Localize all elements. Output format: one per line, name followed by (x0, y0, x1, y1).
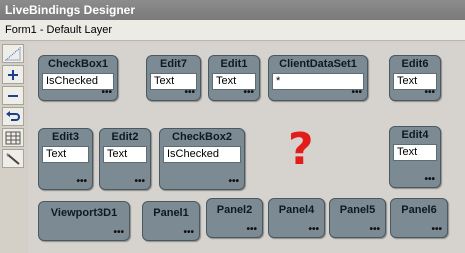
node-edit7[interactable]: Edit7 Text ••• (146, 55, 201, 101)
window-title-bar: LiveBindings Designer (0, 0, 465, 20)
node-field-all[interactable]: * (272, 73, 364, 90)
node-title: Edit2 (111, 131, 139, 143)
node-field-text[interactable]: Text (42, 146, 89, 163)
node-edit1[interactable]: Edit1 Text ••• (208, 55, 260, 101)
more-icon[interactable]: ••• (424, 175, 435, 185)
node-panel4[interactable]: Panel4 ••• (268, 198, 325, 238)
node-title: Edit3 (52, 131, 79, 143)
node-checkbox1[interactable]: CheckBox1 IsChecked ••• (38, 55, 118, 101)
more-icon[interactable]: ••• (431, 225, 442, 235)
node-title: ClientDataSet1 (279, 58, 357, 70)
node-title: Edit6 (401, 58, 429, 70)
node-field-text[interactable]: Text (103, 146, 147, 163)
more-icon[interactable]: ••• (308, 225, 319, 235)
more-icon[interactable]: ••• (369, 225, 380, 235)
more-icon[interactable]: ••• (101, 88, 112, 98)
question-mark-annotation: ? (288, 124, 314, 175)
node-title: Edit7 (160, 58, 187, 70)
node-title: Edit4 (401, 129, 429, 141)
node-title: Panel1 (153, 207, 189, 219)
more-icon[interactable]: ••• (246, 225, 257, 235)
node-title: CheckBox2 (172, 131, 232, 143)
layer-label: Form1 - Default Layer (5, 24, 112, 36)
node-edit6[interactable]: Edit6 Text ••• (389, 55, 441, 101)
more-icon[interactable]: ••• (134, 177, 145, 187)
node-title: Panel6 (401, 204, 437, 216)
more-icon[interactable]: ••• (113, 228, 124, 238)
node-viewport3d1[interactable]: Viewport3D1 ••• (38, 201, 130, 241)
undo-icon[interactable] (2, 107, 24, 126)
node-title: Panel2 (216, 204, 253, 216)
zoom-diagonal-icon[interactable] (2, 44, 24, 63)
node-panel5[interactable]: Panel5 ••• (329, 198, 386, 238)
more-icon[interactable]: ••• (228, 177, 239, 187)
node-checkbox2[interactable]: CheckBox2 IsChecked ••• (159, 128, 245, 190)
node-title: Panel4 (278, 204, 315, 216)
node-title: Viewport3D1 (50, 207, 118, 219)
zoom-out-icon[interactable] (2, 86, 24, 105)
node-edit4[interactable]: Edit4 Text ••• (389, 126, 441, 188)
more-icon[interactable]: ••• (351, 88, 362, 98)
node-edit3[interactable]: Edit3 Text ••• (38, 128, 93, 190)
grid-icon[interactable] (2, 128, 24, 147)
layer-bar: Form1 - Default Layer (0, 20, 465, 41)
more-icon[interactable]: ••• (243, 88, 254, 98)
zoom-in-icon[interactable] (2, 65, 24, 84)
wand-icon[interactable] (2, 149, 24, 168)
designer-canvas[interactable]: CheckBox1 IsChecked ••• Edit7 Text ••• E… (28, 43, 465, 253)
node-clientdataset1[interactable]: ClientDataSet1 * ••• (268, 55, 368, 101)
more-icon[interactable]: ••• (424, 88, 435, 98)
node-title: Panel5 (339, 204, 376, 216)
designer-toolbar (2, 44, 26, 170)
node-field-ischecked[interactable]: IsChecked (163, 146, 241, 163)
more-icon[interactable]: ••• (183, 228, 194, 238)
more-icon[interactable]: ••• (184, 88, 195, 98)
node-panel1[interactable]: Panel1 ••• (142, 201, 200, 241)
more-icon[interactable]: ••• (76, 177, 87, 187)
node-field-text[interactable]: Text (393, 144, 437, 161)
node-panel2[interactable]: Panel2 ••• (206, 198, 263, 238)
window-title: LiveBindings Designer (5, 3, 136, 17)
node-title: CheckBox1 (48, 58, 108, 70)
node-edit2[interactable]: Edit2 Text ••• (99, 128, 151, 190)
node-panel6[interactable]: Panel6 ••• (390, 198, 448, 238)
node-title: Edit1 (220, 58, 248, 70)
